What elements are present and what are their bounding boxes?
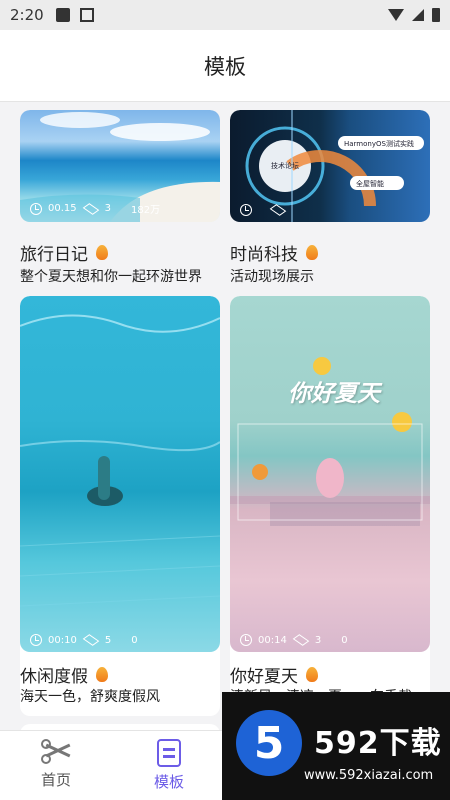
brand-name: 592下载 — [314, 726, 442, 761]
overlay-harmony-label: HarmonyOS测试实践 — [344, 140, 414, 148]
clock-icon — [240, 634, 252, 646]
template-meta: 00:14 3 0 — [240, 634, 348, 646]
overlay-forum-label: 技术论坛 — [271, 162, 299, 170]
template-card-tech[interactable]: 技术论坛 HarmonyOS测试实践 全屋智能 时尚科技 活动现场展示 — [230, 110, 430, 287]
template-title-row: 你好夏天 — [230, 662, 318, 687]
tab-home-label: 首页 — [40, 771, 71, 789]
layers-icon — [82, 634, 100, 646]
template-title: 休闲度假 — [20, 667, 88, 687]
clock-icon — [240, 204, 252, 216]
scissors-icon — [41, 739, 71, 765]
template-subtitle: 活动现场展示 — [230, 269, 314, 285]
template-thumbnail: 你好夏天 00:14 3 0 — [230, 296, 430, 652]
template-icon — [157, 739, 181, 767]
template-card-travel[interactable]: 00.15 3 182万 旅行日记 整个夏天想和你一起环游世界 — [20, 110, 220, 287]
hot-flame-icon — [306, 245, 318, 260]
pool-illustration — [20, 314, 220, 607]
hot-flame-icon — [96, 245, 108, 260]
template-thumbnail: 00:10 5 0 — [20, 296, 220, 652]
template-title: 旅行日记 — [20, 245, 88, 265]
tab-home[interactable]: 首页 — [26, 739, 86, 790]
use-count: 0 — [341, 634, 348, 646]
header: 模板 — [0, 30, 450, 102]
wifi-icon — [388, 9, 404, 21]
status-time: 2:20 — [10, 6, 44, 24]
template-meta: 00.15 3 182万 — [30, 201, 160, 216]
template-title: 你好夏天 — [230, 667, 298, 687]
overlay-summer-title: 你好夏天 — [288, 380, 380, 407]
layers-icon — [269, 204, 287, 216]
hot-flame-icon — [96, 667, 108, 682]
notification-icon — [55, 8, 70, 22]
page-title: 模板 — [204, 54, 246, 79]
watermark-logo: 5 592下载 www.592xiazai.com — [222, 692, 450, 800]
use-count: 0 — [131, 634, 138, 646]
template-thumbnail: 00.15 3 182万 — [20, 110, 220, 222]
tab-templates[interactable]: 模板 — [139, 739, 199, 792]
template-subtitle: 整个夏天想和你一起环游世界 — [20, 269, 202, 285]
duration-text: 00:10 — [48, 634, 77, 646]
summer-illustration — [230, 357, 430, 526]
hot-flame-icon — [306, 667, 318, 682]
layers-icon — [82, 202, 99, 215]
template-subtitle: 海天一色，舒爽度假风 — [20, 689, 160, 705]
clip-count: 5 — [104, 634, 112, 646]
duration-text: 00.15 — [48, 203, 77, 214]
template-meta — [240, 204, 287, 216]
overlay-smarthome-label: 全屋智能 — [356, 180, 384, 188]
clip-count: 3 — [104, 203, 112, 214]
template-title: 时尚科技 — [230, 245, 298, 265]
signal-icon — [412, 9, 424, 21]
layers-icon — [292, 634, 310, 646]
clip-count: 3 — [314, 634, 322, 646]
brand-logo-icon: 5 — [236, 710, 302, 776]
tab-templates-label: 模板 — [153, 773, 184, 791]
status-bar: 2:20 — [0, 0, 450, 30]
duration-text: 00:14 — [258, 634, 287, 646]
use-count: 182万 — [131, 205, 161, 216]
template-grid[interactable]: 00.15 3 182万 旅行日记 整个夏天想和你一起环游世界 技术论坛 Har… — [0, 102, 450, 730]
template-card-summer[interactable]: 你好夏天 00:14 3 0 你好夏天 清新风，清凉一夏，一车乘裁 — [230, 296, 430, 716]
battery-icon — [432, 8, 440, 22]
template-thumbnail: 技术论坛 HarmonyOS测试实践 全屋智能 — [230, 110, 430, 222]
template-card-vacation[interactable]: 00:10 5 0 休闲度假 海天一色，舒爽度假风 — [20, 296, 220, 716]
sim-icon — [79, 8, 94, 22]
clock-icon — [30, 202, 42, 215]
brand-url: www.592xiazai.com — [304, 768, 434, 783]
template-title-row: 休闲度假 — [20, 662, 108, 687]
template-title-row: 旅行日记 — [20, 240, 108, 265]
template-meta: 00:10 5 0 — [30, 634, 138, 646]
template-title-row: 时尚科技 — [230, 240, 318, 265]
clock-icon — [30, 634, 42, 646]
